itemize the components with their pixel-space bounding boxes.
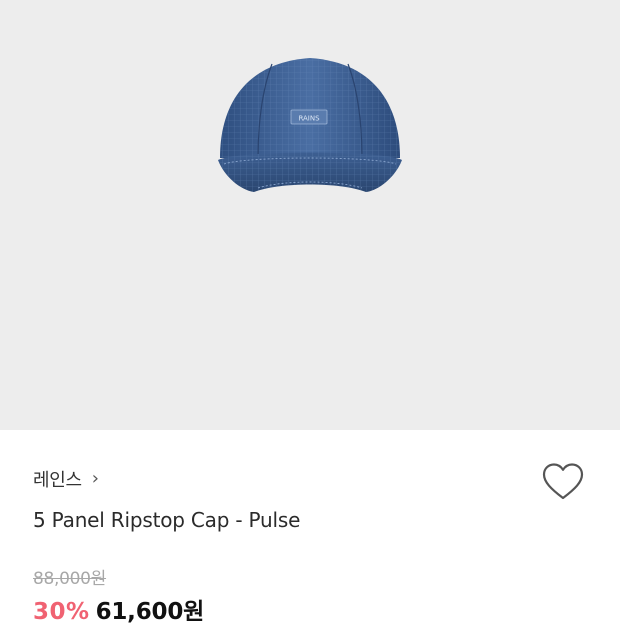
brand-link[interactable]: 레인스 ›: [33, 466, 99, 492]
wishlist-button[interactable]: [541, 462, 585, 502]
chevron-right-icon: ›: [91, 468, 99, 489]
heart-outline-icon: [542, 463, 584, 500]
brand-name: 레인스: [33, 470, 82, 491]
product-image[interactable]: RAINS: [0, 0, 620, 430]
cap-illustration: RAINS: [218, 58, 402, 192]
cap-logo-text: RAINS: [298, 115, 320, 123]
discount-rate: 30%: [33, 599, 90, 625]
original-price: 88,000원: [33, 569, 107, 589]
price-row: 30% 61,600원: [33, 592, 204, 626]
sale-price: 61,600원: [95, 599, 205, 625]
product-title: 5 Panel Ripstop Cap - Pulse: [33, 508, 301, 532]
